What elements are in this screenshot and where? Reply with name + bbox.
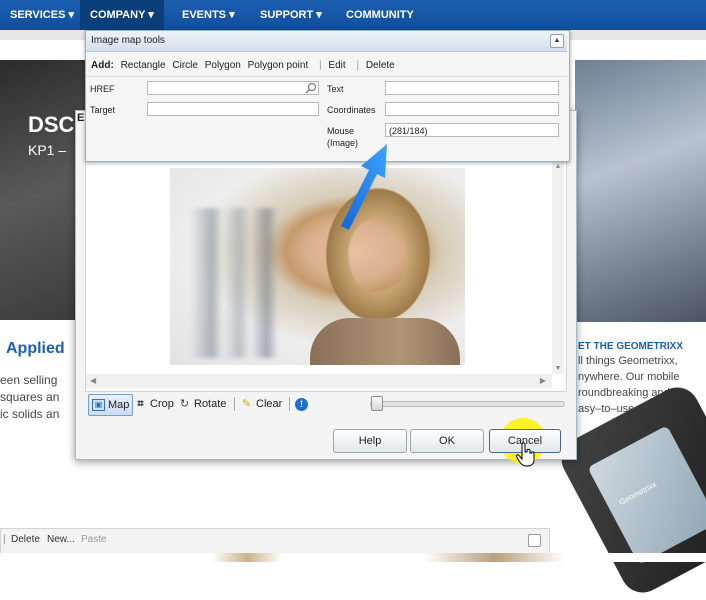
section-heading-applied: Applied: [6, 340, 65, 357]
coordinates-label: Coordinates: [327, 105, 376, 115]
paste-link[interactable]: Paste: [81, 534, 107, 545]
collapse-icon[interactable]: ▲: [550, 34, 564, 48]
nav-support[interactable]: SUPPORT ▾: [250, 0, 332, 30]
toolbar-separator: [289, 397, 290, 411]
bottom-toolbar: | Delete New... Paste: [0, 528, 550, 554]
hero-image-right: [575, 60, 706, 322]
toolbar-collapse-icon[interactable]: [528, 534, 541, 547]
body-text-line: ic solids an: [0, 407, 60, 421]
right-heading: ET THE GEOMETRIXX: [578, 341, 684, 352]
href-input[interactable]: [147, 81, 319, 95]
href-label: HREF: [90, 84, 115, 94]
hero-title: DSC: [28, 112, 75, 137]
new-link[interactable]: New...: [47, 534, 75, 545]
crop-tool-button[interactable]: ⌗ Crop: [134, 394, 174, 414]
separator: |: [319, 60, 322, 71]
bottom-images: [0, 553, 706, 562]
image-map-tools-title: Image map tools: [91, 35, 165, 46]
map-tool-button[interactable]: ▣ Map: [88, 394, 134, 416]
target-input[interactable]: [147, 102, 319, 116]
info-button[interactable]: !: [295, 394, 308, 414]
coordinates-input[interactable]: [385, 102, 559, 116]
zoom-slider-thumb[interactable]: [371, 396, 383, 411]
nav-events[interactable]: EVENTS ▾: [172, 0, 245, 30]
rotate-icon: ↻: [179, 397, 190, 410]
clear-tool-button[interactable]: ✎ Clear: [240, 394, 282, 414]
separator: |: [3, 534, 6, 545]
info-icon: !: [295, 397, 308, 411]
add-label: Add:: [91, 60, 114, 71]
jacket-shape: [310, 318, 460, 365]
target-label: Target: [90, 105, 116, 115]
map-icon: ▣: [92, 399, 105, 411]
scroll-up-icon[interactable]: ▲: [552, 163, 564, 170]
nav-company[interactable]: COMPANY ▾: [80, 0, 164, 30]
image-map-tools-header: Image map tools: [86, 31, 567, 52]
add-polygon-point-link[interactable]: Polygon point: [248, 60, 309, 71]
nav-community[interactable]: COMMUNITY: [336, 0, 424, 30]
annotation-arrow-icon: [341, 144, 387, 230]
text-input[interactable]: [385, 81, 559, 95]
clear-broom-icon: ✎: [241, 397, 252, 410]
map-label: Map: [108, 399, 130, 411]
add-circle-link[interactable]: Circle: [172, 60, 198, 71]
hand-cursor-icon: [515, 442, 535, 467]
separator: |: [356, 60, 360, 71]
mouse-label: Mouse: [327, 126, 355, 136]
add-rectangle-link[interactable]: Rectangle: [121, 60, 166, 71]
toolbar-separator: [234, 397, 235, 411]
ok-button[interactable]: OK: [410, 429, 484, 453]
vertical-scrollbar[interactable]: ▲ ▼: [552, 161, 564, 374]
delete-link[interactable]: Delete: [11, 534, 40, 545]
clear-label: Clear: [256, 398, 283, 410]
add-polygon-link[interactable]: Polygon: [205, 60, 241, 71]
blurred-people: [190, 208, 300, 358]
crop-icon: ⌗: [137, 397, 144, 410]
rotate-tool-button[interactable]: ↻ Rotate: [178, 394, 227, 414]
hero-subtitle: KP1 –: [28, 142, 67, 158]
body-text-line: een selling: [0, 373, 58, 387]
mouse-position-readout: (281/184): [385, 123, 559, 137]
rotate-label: Rotate: [194, 398, 227, 410]
delete-link[interactable]: Delete: [366, 60, 395, 71]
add-shape-bar: Add: Rectangle Circle Polygon Polygon po…: [86, 56, 567, 77]
crop-label: Crop: [150, 398, 174, 410]
scroll-right-icon[interactable]: ▶: [540, 374, 546, 388]
nav-services[interactable]: SERVICES ▾: [0, 0, 84, 30]
search-icon[interactable]: [305, 82, 317, 94]
edit-link[interactable]: Edit: [328, 60, 345, 71]
body-text-line: squares an: [0, 390, 60, 404]
scroll-down-icon[interactable]: ▼: [552, 365, 564, 372]
zoom-slider-track[interactable]: [370, 401, 565, 407]
phone-brand: Geometrixx: [617, 479, 659, 507]
scroll-left-icon[interactable]: ◀: [90, 374, 96, 388]
top-navigation: SERVICES ▾ COMPANY ▾ EVENTS ▾ SUPPORT ▾ …: [0, 0, 706, 30]
portrait-image[interactable]: [170, 168, 465, 365]
help-button[interactable]: Help: [333, 429, 407, 453]
right-text-line: ll things Geometrixx,: [578, 355, 678, 367]
horizontal-scrollbar[interactable]: ◀ ▶: [86, 374, 552, 388]
right-text-line: nywhere. Our mobile: [578, 371, 680, 383]
text-label: Text: [327, 84, 344, 94]
